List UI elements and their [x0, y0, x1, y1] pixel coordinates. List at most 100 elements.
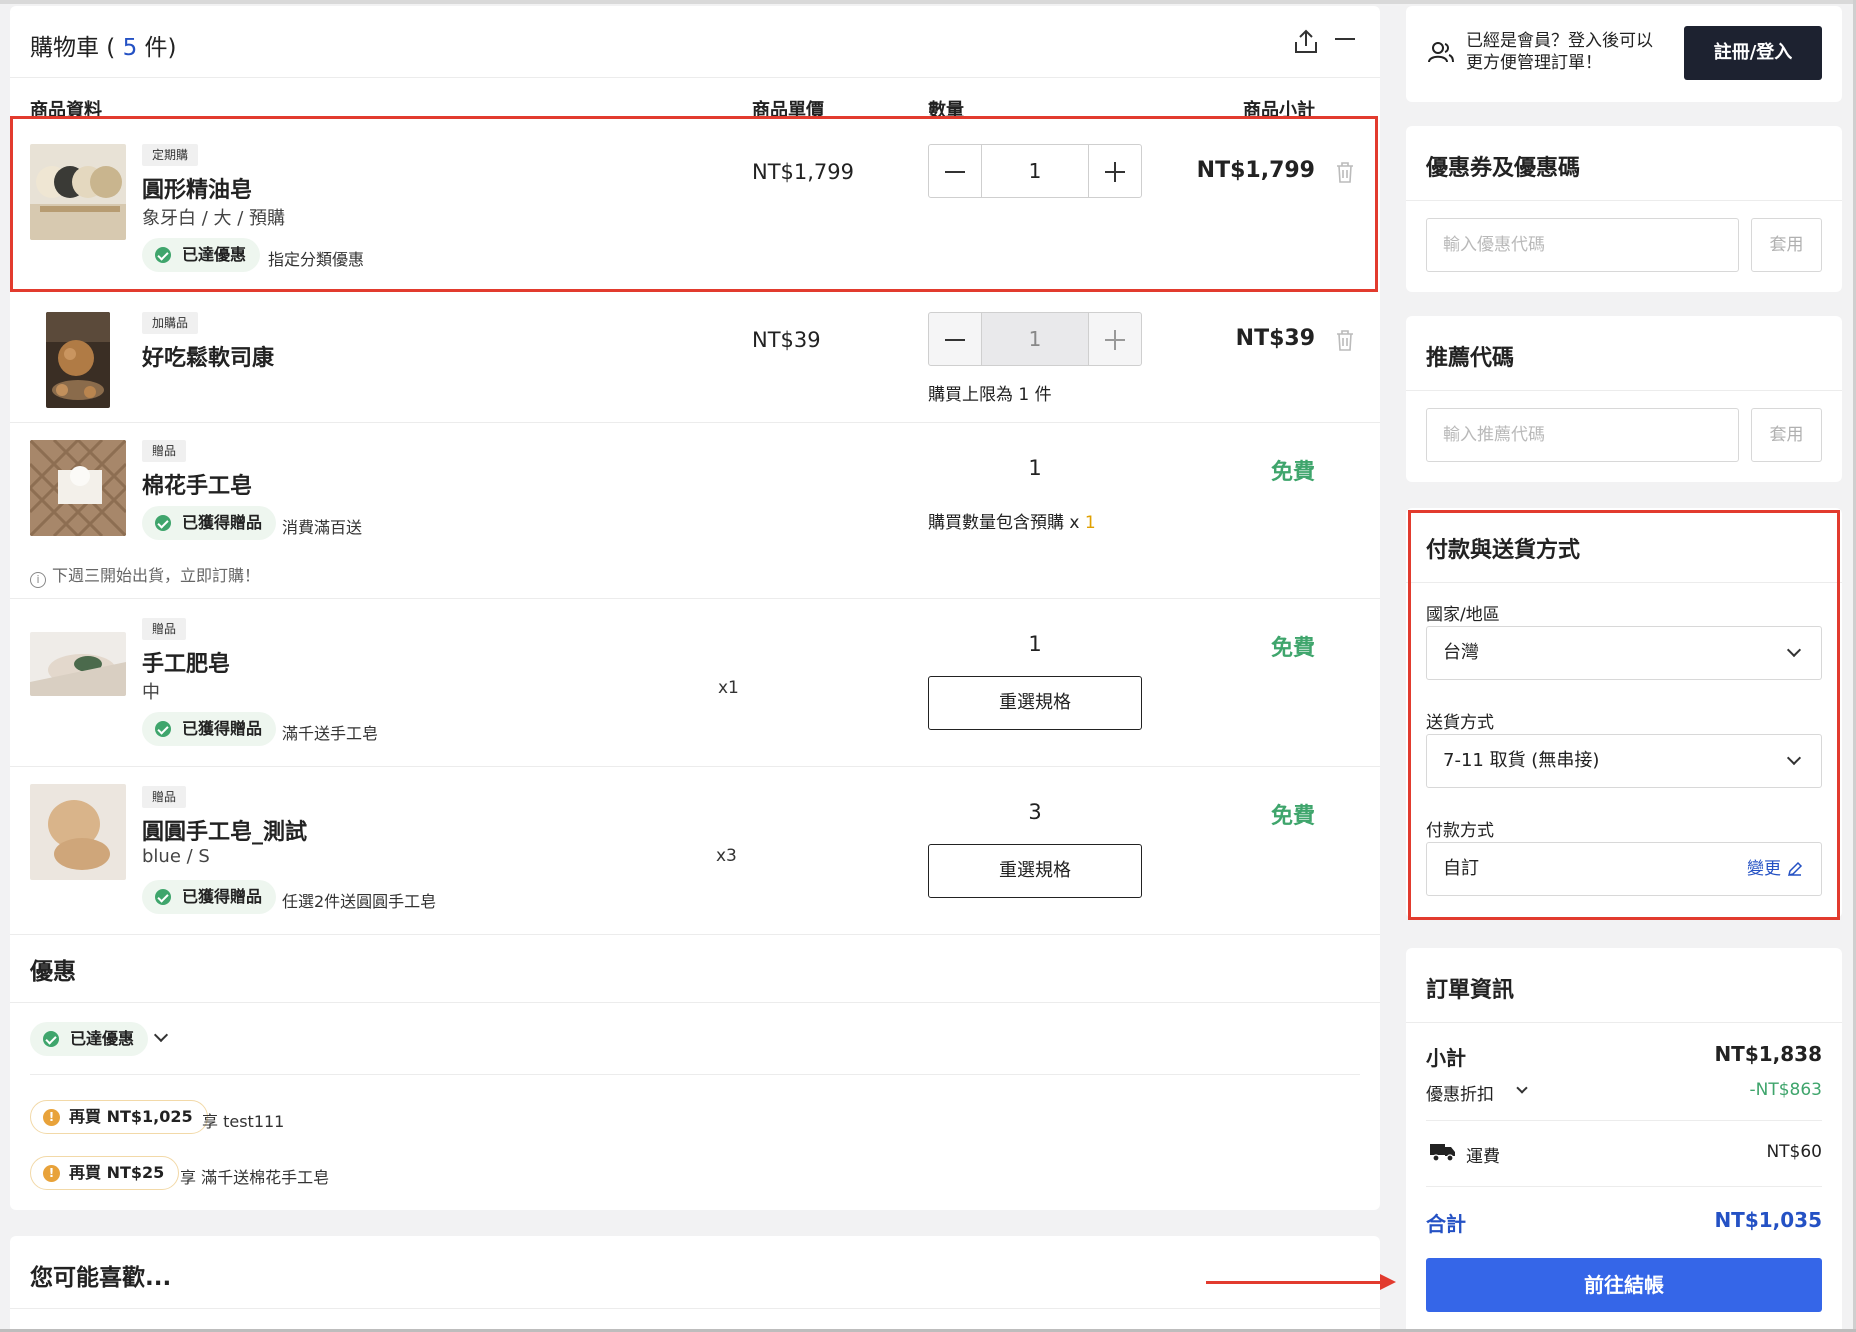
referral-card: 推薦代碼 輸入推薦代碼 套用	[1406, 316, 1842, 482]
reselect-variant-button[interactable]: 重選規格	[928, 844, 1142, 898]
quantity-value: 1	[981, 313, 1089, 365]
achieved-promo-toggle[interactable]: 已達優惠	[30, 1022, 149, 1056]
row-divider	[10, 1002, 1380, 1003]
reselect-variant-button[interactable]: 重選規格	[928, 676, 1142, 730]
promo-offer-label: 再買 NT$1,025	[69, 1107, 193, 1126]
quantity-stepper: 1	[928, 312, 1142, 366]
check-circle-icon	[155, 721, 171, 737]
check-circle-icon	[155, 247, 171, 263]
share-icon[interactable]	[1292, 28, 1320, 56]
exclamation-icon: !	[43, 1109, 60, 1126]
product-thumbnail[interactable]	[46, 312, 110, 408]
item-name[interactable]: 好吃鬆軟司康	[142, 340, 274, 372]
promo-offer-note: 享 test111	[202, 1112, 285, 1131]
preorder-note: 購買數量包含預購 x 1	[928, 508, 1096, 533]
order-summary-title: 訂單資訊	[1426, 978, 1515, 1003]
member-prompt-line1: 已經是會員？登入後可以	[1466, 31, 1653, 51]
item-variant: 象牙白 / 大 / 預購	[142, 208, 286, 229]
subtotal-label: 小計	[1426, 1046, 1466, 1070]
users-icon	[1428, 42, 1454, 63]
coupon-apply-button[interactable]: 套用	[1751, 218, 1822, 272]
item-tag: 加購品	[142, 312, 199, 334]
status-badge: 已達優惠	[142, 238, 261, 272]
badge-note: 指定分類優惠	[268, 250, 365, 269]
payment-method-label: 付款方式	[1426, 821, 1494, 841]
chevron-down-icon	[1786, 750, 1802, 766]
status-badge-label: 已獲得贈品	[182, 513, 263, 532]
country-label: 國家/地區	[1426, 605, 1500, 625]
product-thumbnail[interactable]	[30, 784, 126, 880]
item-name[interactable]: 圓形精油皂	[142, 172, 252, 204]
preorder-note-text: 購買數量包含預購 x	[928, 513, 1085, 533]
row-divider	[1426, 1120, 1822, 1121]
quantity-value: 3	[1028, 800, 1042, 824]
shipping-note-text: 下週三開始出貨，立即訂購！	[52, 566, 261, 585]
item-subtotal: 免費	[1270, 460, 1315, 485]
cart-title: 購物車 ( 5 件)	[30, 28, 177, 62]
cart-item-row: 加購品 好吃鬆軟司康 NT$39 1 購買上限為 1 件 NT$39	[10, 292, 1380, 422]
badge-note: 任選2件送圓圓手工皂	[282, 892, 437, 911]
item-subtotal: 免費	[1270, 804, 1315, 829]
shipping-method-label: 送貨方式	[1426, 713, 1494, 733]
register-login-button[interactable]: 註冊/登入	[1684, 26, 1822, 80]
check-circle-icon	[43, 1031, 59, 1047]
trash-icon[interactable]	[1334, 328, 1356, 352]
decrease-button[interactable]	[929, 145, 981, 197]
achieved-promo-label: 已達優惠	[70, 1029, 135, 1048]
quantity-value[interactable]: 1	[981, 145, 1089, 197]
change-payment-link[interactable]: 變更	[1747, 843, 1781, 895]
cart-item-row: 贈品 圓圓手工皂_測試 blue / S 已獲得贈品 任選2件送圓圓手工皂 x3…	[10, 766, 1380, 934]
increase-button	[1089, 313, 1141, 365]
status-badge: 已獲得贈品	[142, 880, 277, 914]
recommendation-section: 您可能喜歡...	[10, 1236, 1380, 1332]
trash-icon[interactable]	[1334, 160, 1356, 184]
member-prompt-line2: 更方便管理訂單！	[1466, 53, 1602, 73]
checkout-button[interactable]: 前往結帳	[1426, 1258, 1822, 1312]
info-icon: i	[30, 572, 46, 588]
coupon-code-input[interactable]: 輸入優惠代碼	[1426, 218, 1739, 272]
row-divider	[1426, 1186, 1822, 1187]
product-thumbnail[interactable]	[30, 144, 126, 240]
member-prompt: 已經是會員？登入後可以 更方便管理訂單！	[1466, 30, 1653, 74]
item-variant: blue / S	[142, 846, 210, 867]
country-select[interactable]: 台灣	[1426, 626, 1822, 680]
referral-apply-button[interactable]: 套用	[1751, 408, 1822, 462]
total-label: 合計	[1426, 1212, 1466, 1236]
referral-code-input[interactable]: 輸入推薦代碼	[1426, 408, 1739, 462]
cart-count-close: 件)	[137, 35, 177, 61]
total-value: NT$1,035	[1714, 1208, 1822, 1232]
collapse-icon[interactable]	[1332, 26, 1358, 52]
badge-note: 消費滿百送	[282, 518, 363, 537]
chevron-down-icon[interactable]	[1516, 1082, 1528, 1094]
item-name[interactable]: 手工肥皂	[142, 646, 230, 678]
chevron-down-icon	[1786, 642, 1802, 658]
decrease-button[interactable]	[929, 313, 981, 365]
item-variant: 中	[142, 682, 160, 703]
member-login-card: 已經是會員？登入後可以 更方便管理訂單！ 註冊/登入	[1406, 6, 1842, 102]
item-subtotal: NT$1,799	[1196, 158, 1315, 183]
quantity-stepper: 1	[928, 144, 1142, 198]
gift-multiplier: x1	[718, 678, 739, 698]
annotation-arrow-head	[1380, 1274, 1396, 1290]
increase-button[interactable]	[1089, 145, 1141, 197]
item-tag: 定期購	[142, 144, 199, 166]
shipping-note: i 下週三開始出貨，立即訂購！	[30, 562, 260, 588]
exclamation-icon: !	[43, 1165, 60, 1182]
payment-method-value: 自訂	[1443, 858, 1479, 879]
product-thumbnail[interactable]	[30, 440, 126, 536]
shipping-method-select[interactable]: 7-11 取貨 (無串接)	[1426, 734, 1822, 788]
recommendation-title: 您可能喜歡...	[30, 1265, 172, 1291]
preorder-count: 1	[1084, 513, 1096, 533]
product-thumbnail[interactable]	[30, 632, 126, 696]
status-badge-label: 已達優惠	[182, 245, 247, 264]
discount-toggle[interactable]: 優惠折扣	[1426, 1080, 1494, 1105]
quantity-value: 1	[1028, 632, 1042, 656]
item-name[interactable]: 圓圓手工皂_測試	[142, 814, 307, 846]
coupon-card: 優惠券及優惠碼 輸入優惠代碼 套用	[1406, 126, 1842, 292]
pencil-icon[interactable]	[1787, 861, 1803, 877]
window-frame-top	[0, 0, 1856, 4]
check-circle-icon	[155, 515, 171, 531]
cart-item-row: 贈品 棉花手工皂 已獲得贈品 消費滿百送 i 下週三開始出貨，立即訂購！ 1 購買…	[10, 422, 1380, 598]
chevron-down-icon[interactable]	[153, 1027, 169, 1043]
item-name[interactable]: 棉花手工皂	[142, 468, 252, 500]
